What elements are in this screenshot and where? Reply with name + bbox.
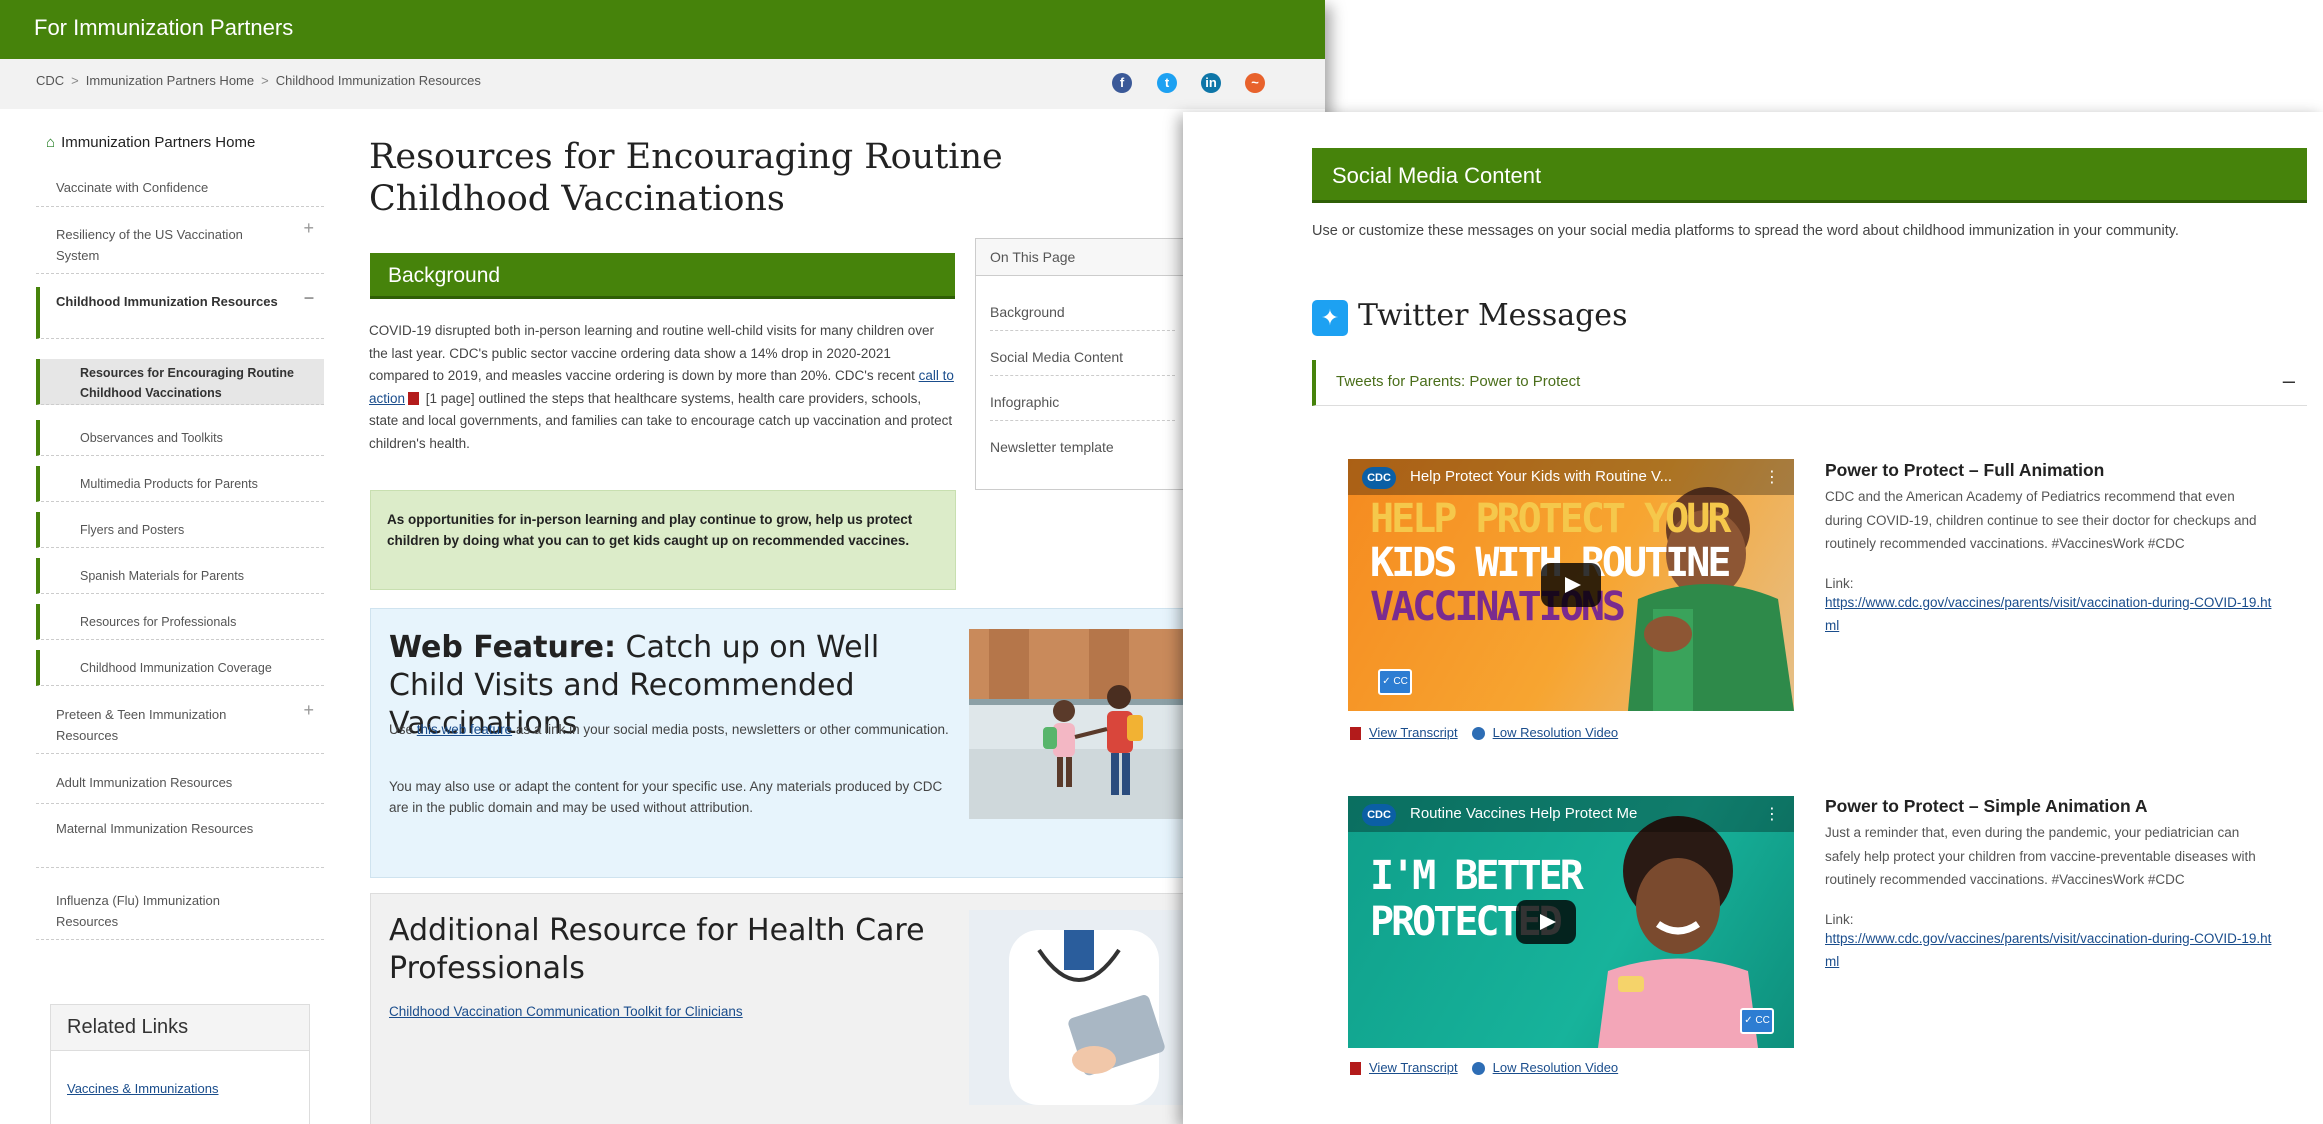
related-links-box: Related Links Vaccines & Immunizations xyxy=(50,1004,310,1124)
collapse-icon[interactable]: – xyxy=(2283,368,2295,394)
foreground-browser-page: Social Media Content Use or customize th… xyxy=(1183,112,2323,1124)
video-2-body: Just a reminder that, even during the pa… xyxy=(1825,825,2256,887)
hcp-title: Additional Resource for Health Care Prof… xyxy=(389,913,925,986)
video-1-link-label: Link: xyxy=(1825,575,1854,591)
subnav-item-spanish[interactable]: Spanish Materials for Parents xyxy=(36,558,324,594)
captions-icon: ✓ CC xyxy=(1740,1008,1774,1034)
nav-item-resiliency[interactable]: Resiliency of the US Vaccination System + xyxy=(36,218,324,274)
collapse-icon[interactable]: – xyxy=(304,287,314,308)
background-text: COVID-19 disrupted both in-person learni… xyxy=(369,323,954,451)
pdf-icon xyxy=(408,392,420,406)
pdf-icon xyxy=(1350,727,1361,741)
background-browser-page: For Immunization Partners CDC > Immunizati… xyxy=(0,0,1325,1124)
otp-link-infographic[interactable]: Infographic xyxy=(990,394,1175,421)
twitter-messages-title: Twitter Messages xyxy=(1358,298,1628,333)
pdf-icon xyxy=(1350,1062,1361,1076)
kids-walking-illustration xyxy=(969,629,1189,819)
on-this-page-box: On This Page Background Social Media Con… xyxy=(975,238,1187,490)
video-1-body: CDC and the American Academy of Pediatri… xyxy=(1825,489,2257,551)
related-links-title: Related Links xyxy=(51,1005,309,1051)
site-banner: For Immunization Partners xyxy=(0,0,1325,59)
video-title[interactable]: Routine Vaccines Help Protect Me xyxy=(1410,805,1637,822)
hcp-toolkit-link[interactable]: Childhood Vaccination Communication Tool… xyxy=(389,1004,743,1019)
syndicate-icon[interactable]: ~ xyxy=(1245,73,1265,93)
linkedin-icon[interactable]: in xyxy=(1201,73,1221,93)
accordion-tweets-for-parents[interactable]: Tweets for Parents: Power to Protect – xyxy=(1312,360,2307,406)
web-feature-text-1: Use this web feature as a link in your s… xyxy=(389,722,949,737)
web-feature-card: Web Feature: Catch up on Well Child Visi… xyxy=(370,608,1192,878)
subnav-item-current[interactable]: Resources for Encouraging Routine Childh… xyxy=(36,359,324,405)
cdc-logo: CDC xyxy=(1362,467,1396,489)
low-resolution-video-link[interactable]: Low Resolution Video xyxy=(1493,725,1619,740)
social-media-intro: Use or customize these messages on your … xyxy=(1312,223,2179,239)
nav-item-influenza[interactable]: Influenza (Flu) Immunization Resources xyxy=(36,886,324,940)
on-this-page-title: On This Page xyxy=(976,239,1186,276)
video-2-url[interactable]: https://www.cdc.gov/vaccines/parents/vis… xyxy=(1825,927,2275,974)
subnav-item-multimedia[interactable]: Multimedia Products for Parents xyxy=(36,466,324,502)
globe-icon xyxy=(1471,1062,1485,1076)
breadcrumb-link-childhood[interactable]: Childhood Immunization Resources xyxy=(276,73,481,88)
hcp-resource-card: Additional Resource for Health Care Prof… xyxy=(370,893,1192,1124)
twitter-icon: ✦ xyxy=(1312,300,1348,336)
breadcrumb-link-partners[interactable]: Immunization Partners Home xyxy=(86,73,254,88)
page-title: Resources for Encouraging Routine Childh… xyxy=(369,137,1003,219)
otp-link-background[interactable]: Background xyxy=(990,304,1175,331)
expand-icon[interactable]: + xyxy=(303,700,314,721)
web-feature-link[interactable]: this web feature xyxy=(417,722,512,737)
otp-link-newsletter[interactable]: Newsletter template xyxy=(990,439,1175,465)
video-2-description: Power to Protect – Simple Animation A Ju… xyxy=(1825,796,2275,974)
more-options-icon[interactable]: ⋮ xyxy=(1764,804,1780,824)
subnav-item-observances[interactable]: Observances and Toolkits xyxy=(36,420,324,456)
accordion-title: Tweets for Parents: Power to Protect xyxy=(1336,373,1581,390)
view-transcript-link[interactable]: View Transcript xyxy=(1369,725,1458,740)
play-button[interactable] xyxy=(1541,563,1601,607)
video-1-url[interactable]: https://www.cdc.gov/vaccines/parents/vis… xyxy=(1825,591,2275,638)
low-resolution-video-link[interactable]: Low Resolution Video xyxy=(1493,1060,1619,1075)
related-link-vaccines[interactable]: Vaccines & Immunizations xyxy=(67,1081,219,1096)
subnav-item-coverage[interactable]: Childhood Immunization Coverage xyxy=(36,650,324,686)
section-heading-background: Background xyxy=(370,253,955,299)
subnav-item-flyers[interactable]: Flyers and Posters xyxy=(36,512,324,548)
callout-box: As opportunities for in-person learning … xyxy=(370,490,956,590)
view-transcript-link[interactable]: View Transcript xyxy=(1369,1060,1458,1075)
otp-link-social-media[interactable]: Social Media Content xyxy=(990,349,1175,376)
video-2-link-label: Link: xyxy=(1825,911,1854,927)
doctor-tablet-photo xyxy=(969,910,1189,1105)
video-art-line-1: HELP PROTECT YOUR xyxy=(1370,496,1731,542)
section-heading-social-media: Social Media Content xyxy=(1312,148,2307,203)
nav-item-adult[interactable]: Adult Immunization Resources xyxy=(36,764,324,804)
home-icon: ⌂ xyxy=(46,134,56,151)
captions-icon: ✓ CC xyxy=(1378,669,1412,695)
video-2-heading: Power to Protect – Simple Animation A xyxy=(1825,796,2148,816)
more-options-icon[interactable]: ⋮ xyxy=(1764,467,1780,487)
nav-item-preteen-teen[interactable]: Preteen & Teen Immunization Resources + xyxy=(36,700,324,754)
breadcrumb: CDC > Immunization Partners Home > Childhood… xyxy=(36,73,481,88)
globe-icon xyxy=(1471,727,1485,741)
play-button[interactable] xyxy=(1516,900,1576,944)
nav-item-childhood-immunization[interactable]: Childhood Immunization Resources – xyxy=(36,287,324,339)
facebook-icon[interactable]: f xyxy=(1112,73,1132,93)
video-art-line-1: I'M BETTER xyxy=(1370,853,1584,899)
nav-item-vaccinate-with-confidence[interactable]: Vaccinate with Confidence xyxy=(36,170,324,207)
cdc-logo: CDC xyxy=(1362,804,1396,826)
video-1-links: View Transcript Low Resolution Video xyxy=(1350,725,1619,741)
video-1-heading: Power to Protect – Full Animation xyxy=(1825,460,2105,480)
subnav-item-professionals[interactable]: Resources for Professionals xyxy=(36,604,324,640)
site-banner-title: For Immunization Partners xyxy=(34,15,294,40)
video-1-description: Power to Protect – Full Animation CDC an… xyxy=(1825,460,2275,638)
video-2-links: View Transcript Low Resolution Video xyxy=(1350,1060,1619,1076)
video-player-full-animation[interactable]: CDC Help Protect Your Kids with Routine … xyxy=(1348,459,1794,711)
web-feature-text-2: You may also use or adapt the content fo… xyxy=(389,779,943,815)
breadcrumb-link-cdc[interactable]: CDC xyxy=(36,73,64,88)
nav-item-maternal[interactable]: Maternal Immunization Resources xyxy=(36,814,324,868)
video-title[interactable]: Help Protect Your Kids with Routine V... xyxy=(1410,468,1672,485)
video-player-simple-animation[interactable]: CDC Routine Vaccines Help Protect Me ⋮ I… xyxy=(1348,796,1794,1048)
nav-home-link[interactable]: ⌂ Immunization Partners Home xyxy=(46,134,255,151)
twitter-icon[interactable]: t xyxy=(1157,73,1177,93)
expand-icon[interactable]: + xyxy=(303,218,314,239)
